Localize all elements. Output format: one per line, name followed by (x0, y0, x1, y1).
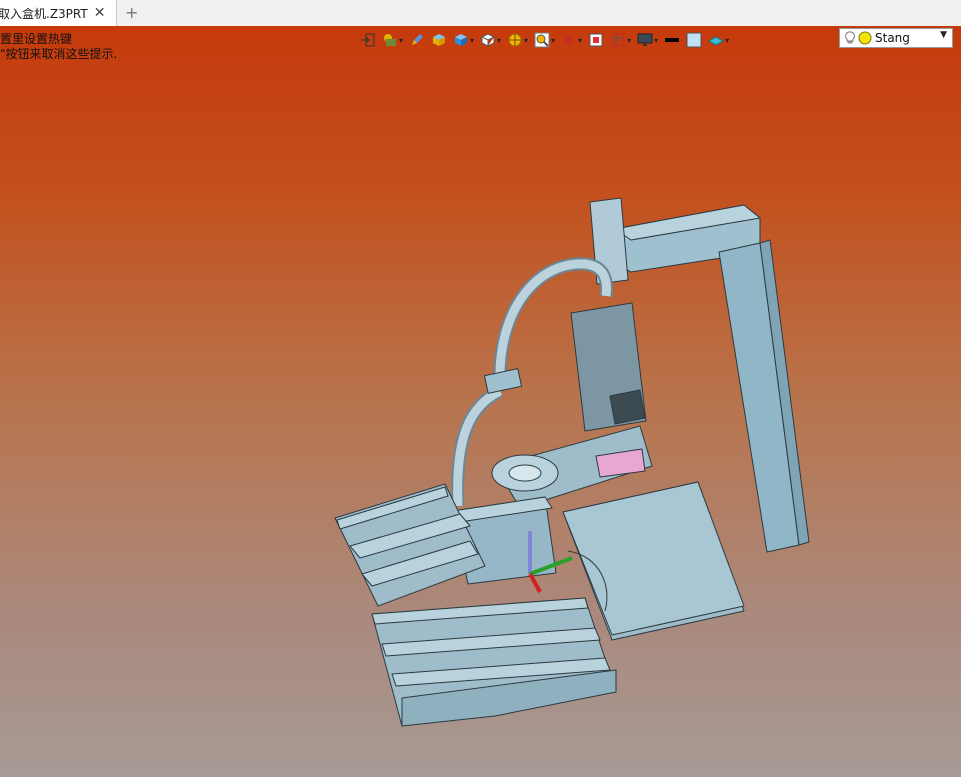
gizmo-x-axis (528, 573, 542, 593)
arm-joint-inner (508, 464, 542, 482)
add-tab-button[interactable]: + (125, 3, 138, 22)
motor-stripes (609, 389, 646, 425)
robot-model-render[interactable] (0, 26, 961, 777)
cable-clamp (484, 368, 522, 394)
document-tab-title: 取入盒机.Z3PRT (0, 6, 88, 21)
document-tab-bar: 取入盒机.Z3PRT ✕ + (0, 0, 961, 27)
document-tab[interactable]: 取入盒机.Z3PRT ✕ (0, 0, 117, 26)
3d-viewport[interactable]: 置里设置热键 "按钮来取消这些提示. ▾ ▾ ▾ ▾ ▾ ▾ ▾ ▾ ▾ Sta… (0, 26, 961, 777)
close-icon[interactable]: ✕ (94, 5, 106, 21)
